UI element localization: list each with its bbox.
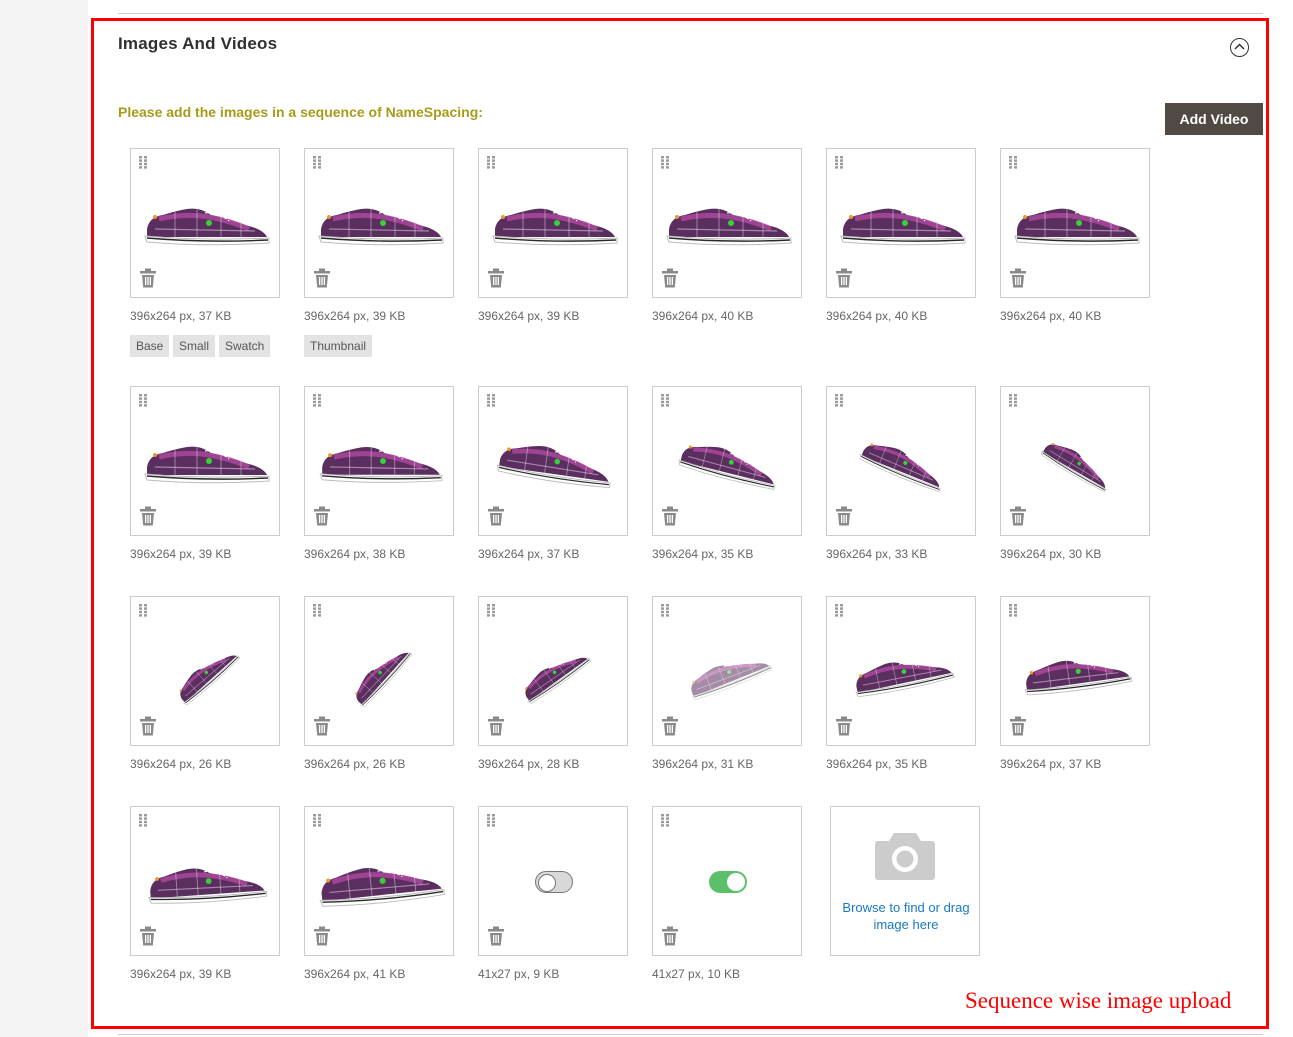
toggle-knob bbox=[538, 874, 556, 892]
image-tile[interactable] bbox=[478, 596, 628, 746]
chevron-up-circle-icon bbox=[1234, 43, 1245, 50]
image-tile[interactable] bbox=[826, 148, 976, 298]
video-toggle[interactable] bbox=[535, 871, 573, 893]
delete-icon[interactable] bbox=[661, 926, 679, 946]
delete-icon[interactable] bbox=[139, 926, 157, 946]
image-tile[interactable] bbox=[130, 386, 280, 536]
delete-icon[interactable] bbox=[139, 506, 157, 526]
image-role-tag: Base bbox=[130, 335, 170, 357]
image-meta: 396x264 px, 28 KB bbox=[478, 757, 580, 771]
image-tile[interactable] bbox=[652, 148, 802, 298]
image-meta: 396x264 px, 39 KB bbox=[304, 309, 406, 323]
image-meta: 396x264 px, 35 KB bbox=[826, 757, 928, 771]
image-tile[interactable] bbox=[478, 386, 628, 536]
image-tile[interactable] bbox=[1000, 386, 1150, 536]
image-meta: 396x264 px, 26 KB bbox=[304, 757, 406, 771]
drag-handle-icon[interactable] bbox=[660, 813, 670, 827]
image-tile[interactable] bbox=[478, 148, 628, 298]
section-title: Images And Videos bbox=[118, 34, 278, 53]
image-meta: 396x264 px, 39 KB bbox=[130, 967, 232, 981]
image-tile[interactable] bbox=[652, 386, 802, 536]
delete-icon[interactable] bbox=[835, 268, 853, 288]
delete-icon[interactable] bbox=[313, 716, 331, 736]
image-upload-dropzone[interactable]: Browse to find or drag image here bbox=[830, 806, 980, 956]
image-meta: 396x264 px, 31 KB bbox=[652, 757, 754, 771]
delete-icon[interactable] bbox=[1009, 716, 1027, 736]
add-video-button[interactable]: Add Video bbox=[1165, 103, 1263, 135]
delete-icon[interactable] bbox=[139, 268, 157, 288]
delete-icon[interactable] bbox=[835, 506, 853, 526]
image-meta: 396x264 px, 39 KB bbox=[478, 309, 580, 323]
image-role-tag: Small bbox=[173, 335, 216, 357]
page-sidebar-strip bbox=[0, 0, 88, 1037]
delete-icon[interactable] bbox=[661, 716, 679, 736]
image-meta: 396x264 px, 40 KB bbox=[652, 309, 754, 323]
image-meta: 396x264 px, 41 KB bbox=[304, 967, 406, 981]
upload-hint: Browse to find or drag image here bbox=[842, 900, 970, 932]
annotation-caption: Sequence wise image upload bbox=[965, 988, 1232, 1013]
divider bbox=[118, 1034, 1263, 1035]
delete-icon[interactable] bbox=[661, 506, 679, 526]
video-toggle[interactable] bbox=[709, 871, 747, 893]
image-tile[interactable] bbox=[304, 806, 454, 956]
image-meta: 396x264 px, 35 KB bbox=[652, 547, 754, 561]
delete-icon[interactable] bbox=[487, 926, 505, 946]
delete-icon[interactable] bbox=[313, 268, 331, 288]
image-meta: 396x264 px, 30 KB bbox=[1000, 547, 1102, 561]
image-role-tag: Thumbnail bbox=[304, 335, 373, 357]
image-tile[interactable] bbox=[652, 806, 802, 956]
image-tile[interactable] bbox=[478, 806, 628, 956]
image-role-tag: Swatch bbox=[219, 335, 271, 357]
delete-icon[interactable] bbox=[487, 716, 505, 736]
image-tile[interactable] bbox=[652, 596, 802, 746]
image-tile[interactable] bbox=[1000, 148, 1150, 298]
image-meta: 41x27 px, 10 KB bbox=[652, 967, 741, 981]
image-tile[interactable] bbox=[826, 596, 976, 746]
delete-icon[interactable] bbox=[313, 926, 331, 946]
image-tile[interactable] bbox=[1000, 596, 1150, 746]
image-meta: 396x264 px, 39 KB bbox=[130, 547, 232, 561]
image-meta: 41x27 px, 9 KB bbox=[478, 967, 560, 981]
image-meta: 396x264 px, 37 KB bbox=[1000, 757, 1102, 771]
image-tile[interactable] bbox=[304, 596, 454, 746]
image-tile[interactable] bbox=[304, 148, 454, 298]
delete-icon[interactable] bbox=[835, 716, 853, 736]
camera-icon bbox=[875, 833, 935, 880]
sequence-notice: Please add the images in a sequence of N… bbox=[118, 104, 483, 120]
delete-icon[interactable] bbox=[487, 268, 505, 288]
delete-icon[interactable] bbox=[1009, 506, 1027, 526]
image-tile[interactable] bbox=[304, 386, 454, 536]
image-tile[interactable] bbox=[130, 148, 280, 298]
image-tile[interactable] bbox=[130, 596, 280, 746]
collapse-button[interactable] bbox=[1230, 38, 1249, 57]
delete-icon[interactable] bbox=[1009, 268, 1027, 288]
toggle-knob bbox=[727, 873, 745, 891]
delete-icon[interactable] bbox=[313, 506, 331, 526]
image-meta: 396x264 px, 37 KB bbox=[478, 547, 580, 561]
delete-icon[interactable] bbox=[487, 506, 505, 526]
image-meta: 396x264 px, 38 KB bbox=[304, 547, 406, 561]
image-tile[interactable] bbox=[826, 386, 976, 536]
image-tile[interactable] bbox=[130, 806, 280, 956]
delete-icon[interactable] bbox=[139, 716, 157, 736]
image-meta: 396x264 px, 40 KB bbox=[1000, 309, 1102, 323]
delete-icon[interactable] bbox=[661, 268, 679, 288]
image-meta: 396x264 px, 26 KB bbox=[130, 757, 232, 771]
image-meta: 396x264 px, 37 KB bbox=[130, 309, 232, 323]
image-meta: 396x264 px, 33 KB bbox=[826, 547, 928, 561]
drag-handle-icon[interactable] bbox=[486, 813, 496, 827]
divider bbox=[118, 13, 1263, 14]
image-meta: 396x264 px, 40 KB bbox=[826, 309, 928, 323]
